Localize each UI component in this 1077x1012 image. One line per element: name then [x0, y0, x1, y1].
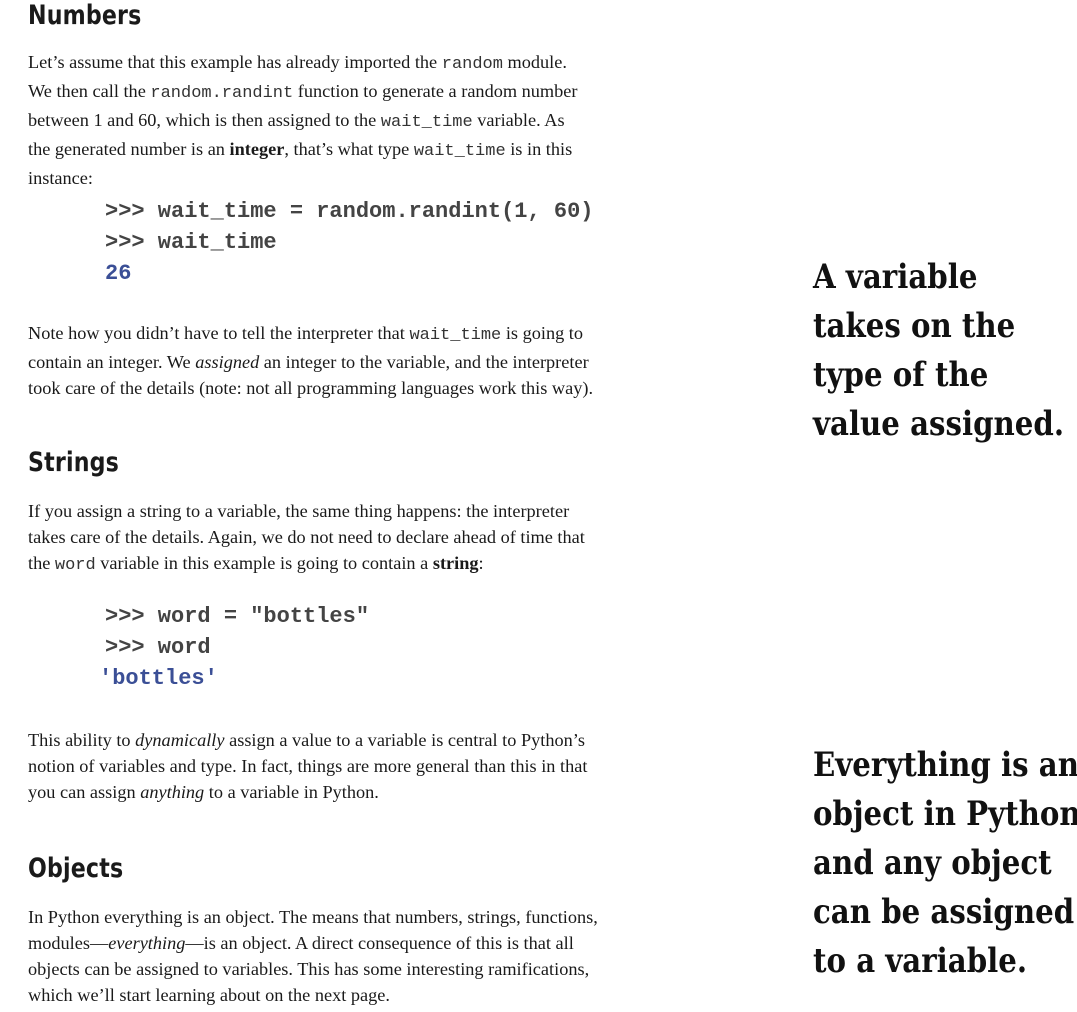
inline-code: wait_time — [413, 142, 506, 161]
text-run: Let’s assume that this example has alrea… — [28, 52, 442, 72]
text-run: is in this — [505, 139, 573, 159]
text-run: an integer to the variable, and the inte… — [259, 352, 589, 372]
text-run: module. — [502, 52, 567, 72]
text-run: variable in this example is going to con… — [95, 553, 433, 573]
text-line: the word variable in this example is goi… — [28, 550, 718, 579]
text-run: objects can be assigned to variables. Th… — [28, 959, 590, 979]
text-run: If you assign a string to a variable, th… — [28, 501, 570, 521]
text-run: which we’ll start learning about on the … — [28, 985, 390, 1005]
code-input-line: >>> wait_time = random.randint(1, 60) — [105, 199, 594, 224]
text-line: which we’ll start learning about on the … — [28, 982, 718, 1008]
text-run: We then call the — [28, 81, 151, 101]
text-run: This ability to — [28, 730, 136, 750]
strings-heading: Strings — [28, 447, 119, 478]
text-run: In Python everything is an object. The m… — [28, 907, 598, 927]
numbers-intro-paragraph: Let’s assume that this example has alrea… — [28, 49, 718, 191]
bold-term: string — [432, 553, 479, 573]
text-line: the generated number is an integer, that… — [28, 136, 718, 165]
inline-code: random — [441, 55, 503, 74]
text-run: between 1 and 60, which is then assigned… — [28, 110, 381, 130]
strings-code-example: >>> word = "bottles" >>> word 'bottles' — [99, 601, 370, 694]
margin-note-line: value assigned. — [813, 404, 1064, 444]
text-run: function to generate a random number — [293, 81, 578, 101]
numbers-heading: Numbers — [28, 0, 142, 31]
text-run: took care of the details (note: not all … — [28, 378, 594, 398]
text-line: between 1 and 60, which is then assigned… — [28, 107, 718, 136]
code-input-line: >>> word — [105, 635, 211, 660]
text-line: modules—everything—is an object. A direc… — [28, 930, 718, 956]
text-run: the generated number is an — [28, 139, 230, 159]
numbers-note-paragraph: Note how you didn’t have to tell the int… — [28, 320, 718, 401]
emphasis: assigned — [195, 352, 260, 372]
code-output-line: 26 — [105, 261, 132, 286]
numbers-code-example: >>> wait_time = random.randint(1, 60) >>>… — [105, 196, 593, 289]
text-line: instance: — [28, 165, 718, 191]
text-line: takes care of the details. Again, we do … — [28, 524, 718, 550]
text-line: took care of the details (note: not all … — [28, 375, 718, 401]
margin-note-line: type of the — [813, 355, 989, 395]
text-line: contain an integer. We assigned an integ… — [28, 349, 718, 375]
objects-intro-paragraph: In Python everything is an object. The m… — [28, 904, 718, 1008]
margin-note-line: object in Python, — [813, 794, 1077, 834]
margin-note-line: to a variable. — [813, 941, 1028, 981]
text-run: to a variable in Python. — [204, 782, 379, 802]
text-run: , that’s what type — [284, 139, 414, 159]
margin-note-line: A variable — [813, 257, 978, 297]
margin-note-variable-type: A variable takes on the type of the value a… — [813, 253, 1064, 449]
text-run: assign a value to a variable is central … — [224, 730, 585, 750]
bold-term: integer — [229, 139, 285, 159]
inline-code: word — [54, 556, 96, 575]
margin-note-line: and any object — [813, 843, 1052, 883]
text-line: objects can be assigned to variables. Th… — [28, 956, 718, 982]
text-line: In Python everything is an object. The m… — [28, 904, 718, 930]
text-run: you can assign — [28, 782, 141, 802]
text-line: This ability to dynamically assign a val… — [28, 727, 718, 753]
text-run: notion of variables and type. In fact, t… — [28, 756, 588, 776]
code-input-line: >>> wait_time — [105, 230, 277, 255]
emphasis: dynamically — [135, 730, 225, 750]
text-line: you can assign anything to a variable in… — [28, 779, 718, 805]
text-run: is going to — [501, 323, 584, 343]
text-run: —is an object. A direct consequence of t… — [185, 933, 574, 953]
text-line: If you assign a string to a variable, th… — [28, 498, 718, 524]
text-run: Note how you didn’t have to tell the int… — [28, 323, 410, 343]
objects-heading: Objects — [28, 853, 124, 884]
text-run: variable. As — [472, 110, 565, 130]
margin-note-line: takes on the — [813, 306, 1016, 346]
code-input-line: >>> word = "bottles" — [105, 604, 370, 629]
text-run: takes care of the details. Again, we do … — [28, 527, 585, 547]
text-run: instance: — [28, 168, 93, 188]
code-output-line: 'bottles' — [99, 666, 218, 691]
text-run: the — [28, 553, 55, 573]
text-run: contain an integer. We — [28, 352, 196, 372]
inline-code: wait_time — [380, 113, 473, 132]
strings-note-paragraph: This ability to dynamically assign a val… — [28, 727, 718, 805]
inline-code: wait_time — [409, 326, 502, 345]
text-line: Note how you didn’t have to tell the int… — [28, 320, 718, 349]
text-line: Let’s assume that this example has alrea… — [28, 49, 718, 78]
text-line: We then call the random.randint function… — [28, 78, 718, 107]
inline-code: random.randint — [150, 84, 294, 103]
margin-note-everything-object: Everything is an object in Python, and any… — [813, 741, 1077, 986]
emphasis: everything — [108, 933, 186, 953]
emphasis: anything — [140, 782, 205, 802]
book-page: Numbers Let’s assume that this example h… — [0, 0, 1077, 1012]
text-run: modules— — [28, 933, 109, 953]
margin-note-line: Everything is an — [813, 745, 1077, 785]
strings-intro-paragraph: If you assign a string to a variable, th… — [28, 498, 718, 579]
margin-note-line: can be assigned — [813, 892, 1075, 932]
text-line: notion of variables and type. In fact, t… — [28, 753, 718, 779]
text-run: : — [478, 553, 484, 573]
